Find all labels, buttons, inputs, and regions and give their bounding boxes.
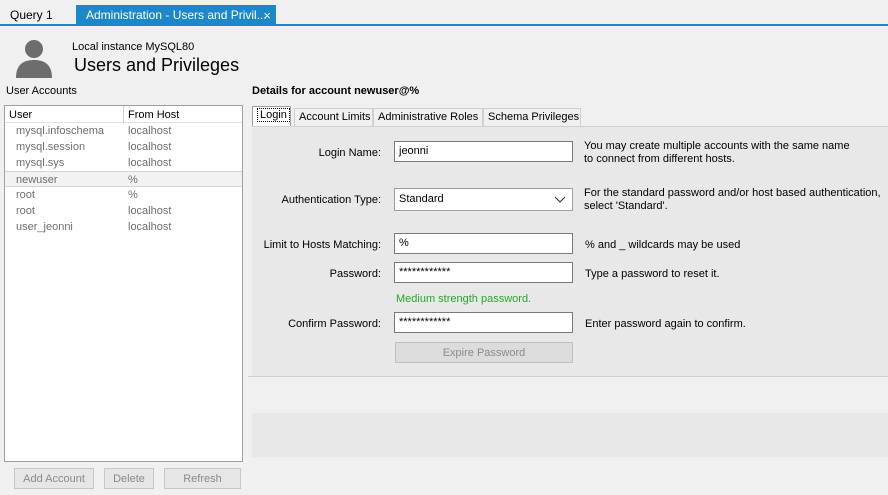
login-name-hint: You may create multiple accounts with th…	[584, 140, 850, 165]
hosts-hint: % and _ wildcards may be used	[585, 239, 741, 251]
user-avatar-icon	[16, 40, 52, 78]
auth-type-hint: For the standard password and/or host ba…	[584, 187, 881, 212]
list-header: User From Host	[5, 106, 242, 123]
hosts-input[interactable]: %	[394, 233, 573, 254]
list-item[interactable]: user_jeonni localhost	[5, 219, 242, 235]
expire-password-button[interactable]: Expire Password	[395, 342, 573, 363]
add-account-button[interactable]: Add Account	[14, 468, 94, 489]
tab-administration-users[interactable]: Administration - Users and Privil... ×	[76, 5, 276, 26]
auth-type-label: Authentication Type:	[281, 194, 381, 206]
auth-type-value: Standard	[399, 193, 444, 205]
column-header-from-host[interactable]: From Host	[128, 109, 179, 121]
tab-administration-label: Administration - Users and Privil...	[86, 8, 267, 22]
user-name: newuser	[16, 174, 58, 186]
user-accounts-title: User Accounts	[6, 85, 77, 97]
tab-login[interactable]: Login	[252, 106, 291, 126]
close-icon[interactable]: ×	[263, 8, 271, 23]
user-host: %	[128, 189, 138, 201]
user-accounts-panel: User Accounts User From Host mysql.infos…	[0, 82, 248, 495]
tab-administrative-roles[interactable]: Administrative Roles	[373, 108, 483, 126]
user-host: localhost	[128, 125, 172, 137]
user-host: localhost	[128, 221, 172, 233]
user-name: root	[16, 189, 35, 201]
tab-schema-privileges[interactable]: Schema Privileges	[483, 108, 581, 126]
page-header: Local instance MySQL80 Users and Privile…	[0, 28, 888, 82]
confirm-password-input[interactable]: ************	[394, 312, 573, 333]
user-host: localhost	[128, 157, 172, 169]
hosts-label: Limit to Hosts Matching:	[263, 239, 381, 251]
user-host: %	[128, 174, 138, 186]
password-hint: Type a password to reset it.	[585, 268, 720, 280]
account-details-panel: Details for account newuser@% Login Acco…	[248, 82, 888, 495]
page-title: Users and Privileges	[74, 55, 240, 75]
login-name-label: Login Name:	[318, 147, 381, 159]
tab-query-1-label: Query 1	[10, 8, 53, 22]
column-header-user[interactable]: User	[9, 109, 32, 121]
bottom-button-strip	[248, 376, 888, 413]
tab-account-limits-label: Account Limits	[299, 111, 371, 123]
tab-account-limits[interactable]: Account Limits	[294, 108, 373, 126]
refresh-button[interactable]: Refresh	[164, 468, 241, 489]
user-host: localhost	[128, 141, 172, 153]
user-name: mysql.sys	[16, 157, 65, 169]
password-strength-text: Medium strength password.	[396, 293, 532, 305]
document-tab-bar: Query 1 Administration - Users and Privi…	[0, 0, 888, 26]
auth-type-select[interactable]: Standard	[394, 188, 573, 211]
delete-button[interactable]: Delete	[104, 468, 154, 489]
user-name: user_jeonni	[16, 221, 73, 233]
user-name: root	[16, 205, 35, 217]
tab-administrative-roles-label: Administrative Roles	[378, 111, 479, 123]
details-title: Details for account newuser@%	[252, 85, 420, 97]
login-name-input[interactable]: jeonni	[394, 141, 573, 162]
tab-query-1[interactable]: Query 1	[0, 5, 74, 26]
password-label: Password:	[329, 268, 381, 280]
user-name: mysql.infoschema	[16, 125, 105, 137]
instance-name: Local instance MySQL80	[72, 41, 195, 53]
tab-login-label: Login	[257, 108, 290, 122]
confirm-password-label: Confirm Password:	[288, 318, 381, 330]
list-item[interactable]: mysql.infoschema localhost	[5, 123, 242, 139]
confirm-password-hint: Enter password again to confirm.	[585, 318, 746, 330]
chevron-down-icon	[554, 196, 566, 203]
user-name: mysql.session	[16, 141, 86, 153]
tab-schema-privileges-label: Schema Privileges	[488, 111, 580, 123]
list-item-selected[interactable]: newuser %	[5, 171, 242, 187]
column-divider[interactable]	[123, 106, 124, 123]
user-host: localhost	[128, 205, 172, 217]
password-input[interactable]: ************	[394, 262, 573, 283]
